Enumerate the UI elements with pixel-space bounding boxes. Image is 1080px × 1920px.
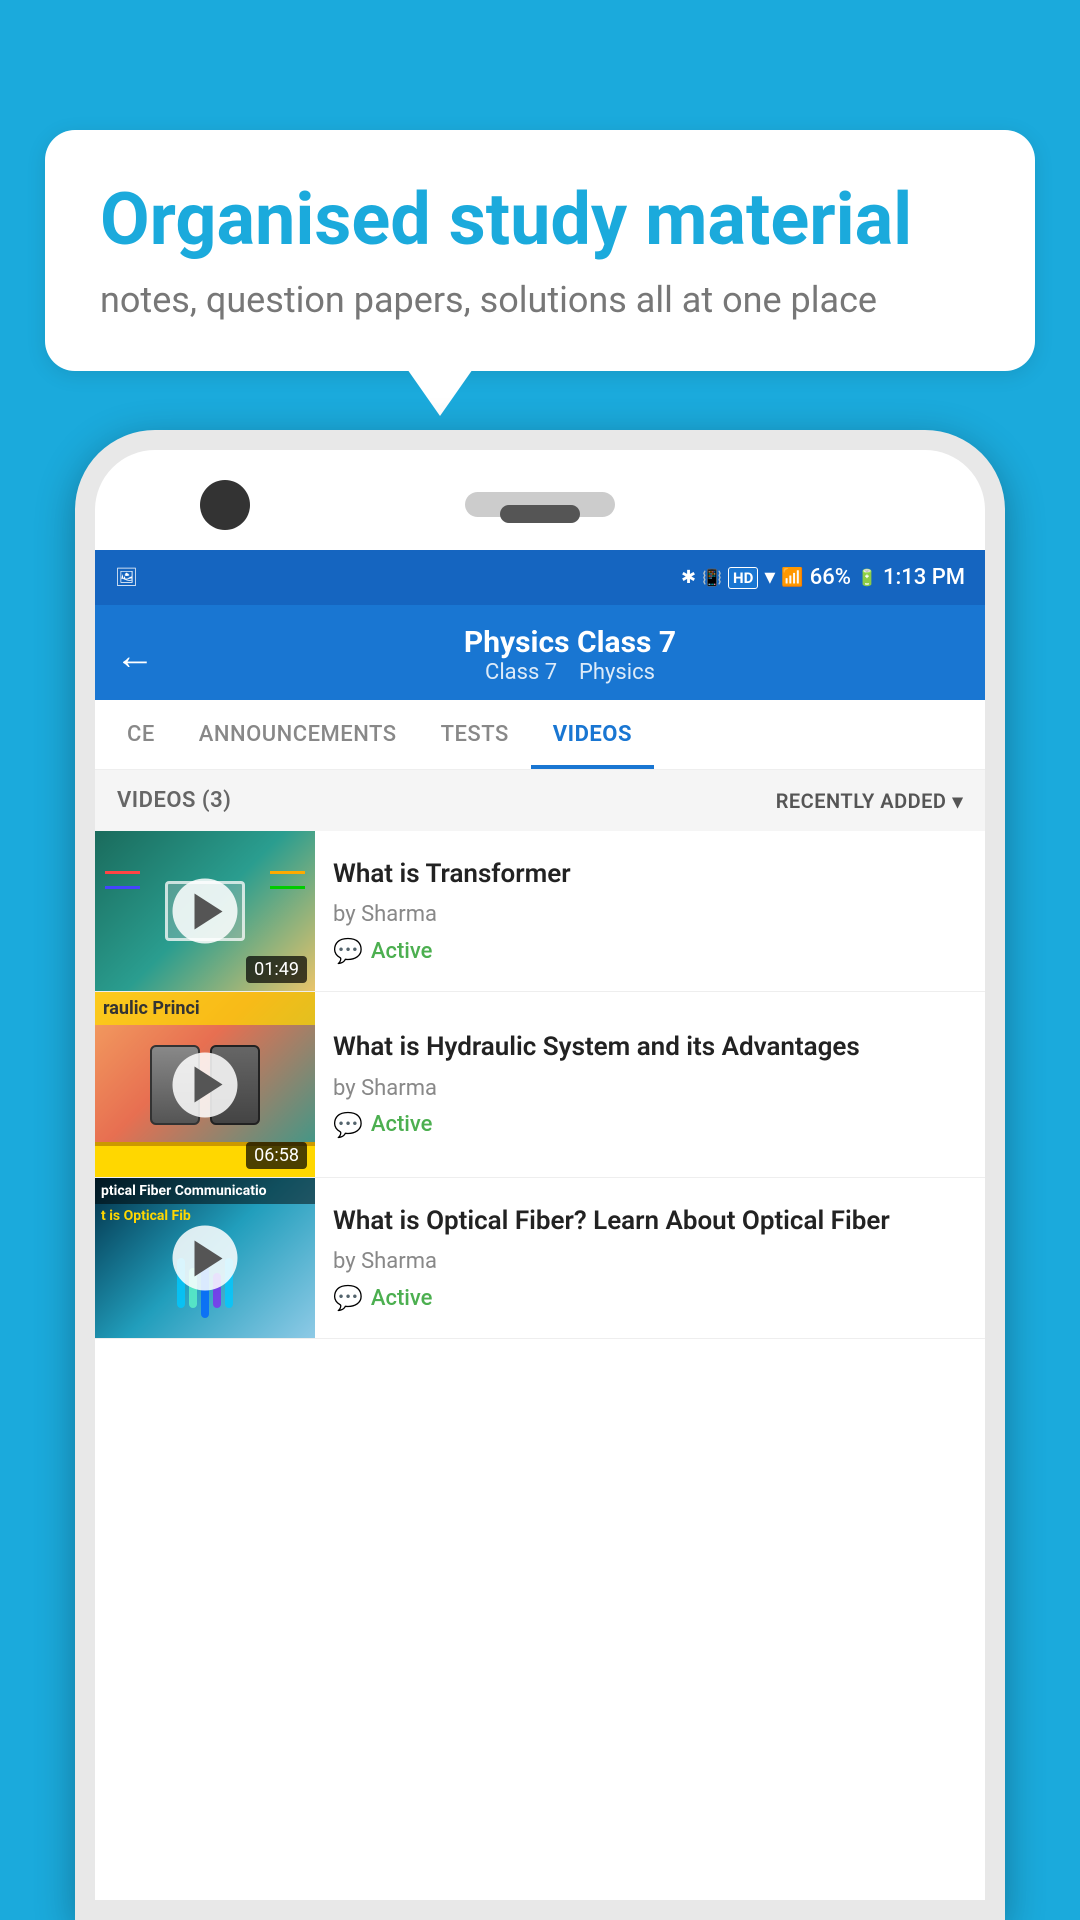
- video-status-optical: 💬 Active: [333, 1284, 967, 1312]
- video-item-transformer[interactable]: 01:49 What is Transformer by Sharma 💬 Ac…: [95, 831, 985, 992]
- status-right: ✱ 📳 HD ▾ 📶 66% 🔋 1:13 PM: [681, 565, 965, 590]
- phone-screen: 🖼 ✱ 📳 HD ▾ 📶 66% 🔋 1:13 PM ← Physics Cla: [95, 550, 985, 1900]
- video-status-transformer: 💬 Active: [333, 937, 967, 965]
- chat-icon-optical: 💬: [333, 1284, 363, 1312]
- chat-icon-hydraulic: 💬: [333, 1111, 363, 1139]
- video-title-transformer: What is Transformer: [333, 857, 967, 892]
- speech-bubble-subtitle: notes, question papers, solutions all at…: [100, 279, 980, 321]
- play-icon: [194, 1240, 222, 1276]
- video-count: VIDEOS (3): [117, 788, 231, 813]
- status-active-transformer: Active: [371, 939, 433, 964]
- phone-camera: [200, 480, 250, 530]
- clock: 1:13 PM: [883, 565, 965, 590]
- sort-dropdown[interactable]: RECENTLY ADDED ▾: [776, 789, 963, 813]
- video-author-transformer: by Sharma: [333, 902, 967, 927]
- signal-icon: 📶: [781, 567, 803, 588]
- video-title-hydraulic: What is Hydraulic System and its Advanta…: [333, 1030, 967, 1065]
- header-title: Physics Class 7: [175, 625, 965, 660]
- app-header: ← Physics Class 7 Class 7 Physics: [95, 605, 985, 700]
- video-status-hydraulic: 💬 Active: [333, 1111, 967, 1139]
- vibrate-icon: 📳: [702, 568, 722, 587]
- thumbnail-hydraulic: raulic Princi 06:58: [95, 992, 315, 1177]
- chevron-down-icon: ▾: [952, 789, 963, 813]
- speech-bubble-title: Organised study material: [100, 180, 980, 259]
- phone-frame: 🖼 ✱ 📳 HD ▾ 📶 66% 🔋 1:13 PM ← Physics Cla: [75, 430, 1005, 1920]
- thumbnail-text-optical-1: ptical Fiber Communicatio: [95, 1178, 315, 1204]
- video-duration-transformer: 01:49: [246, 956, 307, 983]
- video-title-optical: What is Optical Fiber? Learn About Optic…: [333, 1204, 967, 1239]
- bluetooth-icon: ✱: [681, 567, 696, 588]
- tab-ce[interactable]: CE: [105, 700, 177, 769]
- play-button-hydraulic[interactable]: [173, 1052, 238, 1117]
- header-class: Class 7: [485, 660, 557, 685]
- video-item-hydraulic[interactable]: raulic Princi 06:58 What is: [95, 992, 985, 1178]
- sort-label-text: RECENTLY ADDED: [776, 789, 947, 813]
- header-subject: Physics: [579, 660, 655, 685]
- tab-announcements[interactable]: ANNOUNCEMENTS: [177, 700, 419, 769]
- speech-bubble: Organised study material notes, question…: [45, 130, 1035, 371]
- video-author-optical: by Sharma: [333, 1249, 967, 1274]
- wifi-icon: ▾: [764, 565, 775, 590]
- back-button[interactable]: ←: [115, 632, 155, 679]
- tab-bar: CE ANNOUNCEMENTS TESTS VIDEOS: [95, 700, 985, 770]
- battery-percent: 66%: [810, 565, 851, 590]
- video-duration-hydraulic: 06:58: [246, 1142, 307, 1169]
- status-photo-icon: 🖼: [115, 567, 138, 588]
- phone-inner: 🖼 ✱ 📳 HD ▾ 📶 66% 🔋 1:13 PM ← Physics Cla: [95, 450, 985, 1900]
- video-info-optical: What is Optical Fiber? Learn About Optic…: [315, 1178, 985, 1338]
- status-active-optical: Active: [371, 1286, 433, 1311]
- video-info-transformer: What is Transformer by Sharma 💬 Active: [315, 831, 985, 991]
- tab-videos[interactable]: VIDEOS: [531, 700, 654, 769]
- header-subtitle: Class 7 Physics: [175, 660, 965, 685]
- header-title-block: Physics Class 7 Class 7 Physics: [175, 625, 965, 685]
- thumbnail-optical: ptical Fiber Communicatio t is Optical F…: [95, 1178, 315, 1338]
- thumbnail-transformer: 01:49: [95, 831, 315, 991]
- battery-icon: 🔋: [857, 568, 877, 587]
- hd-badge: HD: [728, 567, 758, 589]
- video-info-hydraulic: What is Hydraulic System and its Advanta…: [315, 992, 985, 1177]
- status-left: 🖼: [115, 567, 138, 588]
- play-icon: [194, 893, 222, 929]
- thumbnail-text-hydraulic: raulic Princi: [95, 992, 315, 1025]
- chat-icon: 💬: [333, 937, 363, 965]
- play-icon: [194, 1067, 222, 1103]
- play-button-transformer[interactable]: [173, 879, 238, 944]
- phone-home-button: [500, 505, 580, 523]
- list-header: VIDEOS (3) RECENTLY ADDED ▾: [95, 770, 985, 831]
- tab-tests[interactable]: TESTS: [419, 700, 531, 769]
- video-author-hydraulic: by Sharma: [333, 1076, 967, 1101]
- status-bar: 🖼 ✱ 📳 HD ▾ 📶 66% 🔋 1:13 PM: [95, 550, 985, 605]
- status-active-hydraulic: Active: [371, 1112, 433, 1137]
- video-item-optical[interactable]: ptical Fiber Communicatio t is Optical F…: [95, 1178, 985, 1339]
- play-button-optical[interactable]: [173, 1226, 238, 1291]
